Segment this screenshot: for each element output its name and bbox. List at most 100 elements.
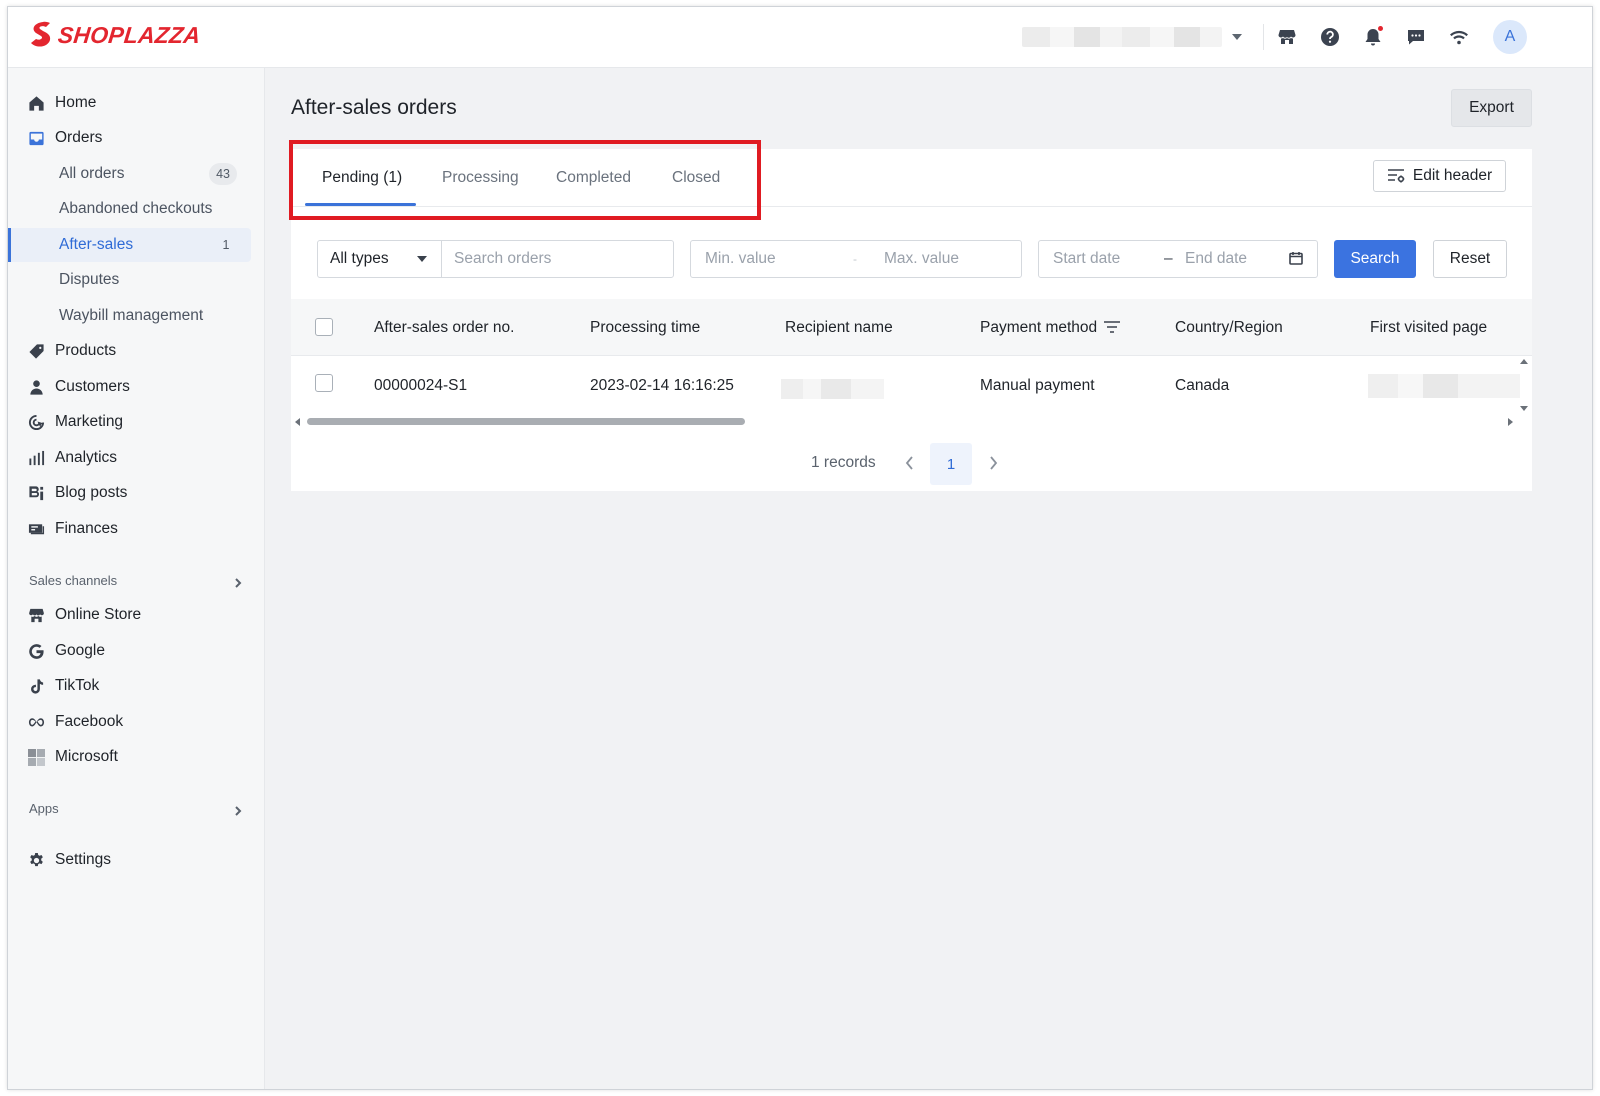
date-range-picker[interactable]: Start date – End date [1038,240,1318,278]
sidebar-item-tiktok[interactable]: TikTok [8,669,265,703]
calendar-icon[interactable] [1289,251,1303,265]
sidebar-item-label: After-sales [59,236,134,253]
column-header: Country/Region [1175,319,1283,336]
row-checkbox[interactable] [315,374,333,392]
tab-processing[interactable]: Processing [442,169,519,187]
count-badge: 1 [222,238,230,252]
value-range-input[interactable]: Min. value - Max. value [690,240,1022,278]
recipient-name-blurred [781,379,884,399]
store-switcher[interactable] [1022,25,1252,49]
type-select[interactable]: All types [317,240,442,278]
tab-pending[interactable]: Pending (1) [322,169,402,187]
search-placeholder: Search orders [454,250,552,267]
horizontal-scrollbar[interactable] [307,418,745,425]
chevron-left-icon[interactable] [903,454,917,472]
edit-header-label: Edit header [1412,167,1493,184]
tiktok-icon [27,677,45,695]
sidebar-item-analytics[interactable]: Analytics [8,441,265,475]
type-select-value: All types [330,250,389,267]
status-tabs: Pending (1) Processing Completed Closed … [291,149,1532,207]
apps-heading[interactable]: Apps [29,801,59,816]
reset-button[interactable]: Reset [1433,240,1507,278]
table-header: After-sales order no. Processing time Re… [291,299,1532,356]
help-icon[interactable] [1319,26,1341,48]
sidebar-item-settings[interactable]: Settings [8,843,265,877]
sidebar-item-finances[interactable]: Finances [8,512,265,546]
sidebar-item-label: Blog posts [55,484,128,501]
store-icon[interactable] [1276,26,1298,48]
avatar[interactable]: A [1493,20,1527,54]
scroll-right-arrow[interactable] [1508,418,1513,426]
sales-channels-heading[interactable]: Sales channels [29,573,117,588]
sidebar-item-customers[interactable]: Customers [8,370,265,404]
sidebar-item-disputes[interactable]: Disputes [8,263,265,297]
sidebar-item-after-sales[interactable]: After-sales 1 [8,228,265,262]
end-date-field[interactable]: End date [1185,250,1247,268]
search-button[interactable]: Search [1334,240,1416,278]
chevron-right-icon[interactable] [233,803,243,816]
scroll-down-arrow[interactable] [1520,406,1528,411]
range-separator: - [853,252,857,266]
edit-header-button[interactable]: Edit header [1373,160,1506,192]
home-icon [27,94,45,112]
divider [1263,24,1264,50]
order-number[interactable]: 00000024-S1 [374,377,467,395]
logo-text: SHOPLAZZA [56,21,202,48]
chevron-right-icon[interactable] [233,575,243,588]
sidebar-item-label: All orders [59,165,125,182]
sidebar-item-microsoft[interactable]: Microsoft [8,740,265,774]
min-value-field[interactable]: Min. value [705,250,776,268]
app-window: SHOPLAZZA A Home Orders All orders 43 Ab… [7,6,1593,1090]
processing-time: 2023-02-14 16:16:25 [590,377,734,394]
sidebar-item-label: Facebook [55,713,124,730]
sidebar-item-blog-posts[interactable]: Blog posts [8,476,265,510]
chevron-down-icon [417,256,427,262]
sidebar-item-home[interactable]: Home [8,86,265,120]
gear-icon [27,851,45,869]
tag-icon [27,342,45,360]
scroll-up-arrow[interactable] [1520,359,1528,364]
records-count: 1 records [811,454,876,471]
column-header: Payment method [980,319,1098,336]
sidebar-item-orders[interactable]: Orders [8,121,265,155]
google-icon [27,642,45,660]
sidebar-item-google[interactable]: Google [8,634,265,668]
sidebar-item-label: Google [55,642,105,659]
sidebar-item-abandoned-checkouts[interactable]: Abandoned checkouts [8,192,265,226]
max-value-field[interactable]: Max. value [884,250,959,268]
page-number-current[interactable]: 1 [930,443,972,485]
sidebar-item-waybill-management[interactable]: Waybill management [8,299,265,333]
column-header: First visited page [1370,319,1488,336]
top-bar: SHOPLAZZA A [8,7,1592,68]
person-icon [27,378,45,396]
date-separator: – [1164,250,1173,267]
search-input[interactable]: Search orders [441,240,674,278]
filter-icon[interactable] [1103,320,1121,334]
chat-icon[interactable] [1405,26,1427,48]
sidebar-item-label: Disputes [59,271,120,288]
edit-columns-icon [1387,169,1405,183]
export-button[interactable]: Export [1451,89,1532,127]
column-header: Recipient name [785,319,893,336]
chevron-right-icon[interactable] [986,454,1000,472]
meta-icon [27,713,45,731]
sidebar-item-label: Online Store [55,606,142,623]
sidebar-item-facebook[interactable]: Facebook [8,705,265,739]
table-row[interactable]: 00000024-S1 2023-02-14 16:16:25 Manual p… [291,356,1532,412]
scroll-left-arrow[interactable] [295,418,300,426]
sidebar-item-label: TikTok [55,677,100,694]
sidebar-item-all-orders[interactable]: All orders 43 [8,157,265,191]
select-all-checkbox[interactable] [315,318,333,336]
sidebar-item-marketing[interactable]: Marketing [8,405,265,439]
sidebar-item-products[interactable]: Products [8,334,265,368]
start-date-field[interactable]: Start date [1053,250,1120,268]
tab-completed[interactable]: Completed [556,169,631,187]
wifi-icon[interactable] [1448,26,1470,48]
tab-closed[interactable]: Closed [672,169,720,187]
bell-icon[interactable] [1362,26,1384,48]
orders-icon [27,129,45,147]
shoplazza-logo[interactable]: SHOPLAZZA [28,21,202,49]
payment-method: Manual payment [980,377,1095,394]
sidebar-item-label: Marketing [55,413,124,430]
sidebar-item-online-store[interactable]: Online Store [8,598,265,632]
